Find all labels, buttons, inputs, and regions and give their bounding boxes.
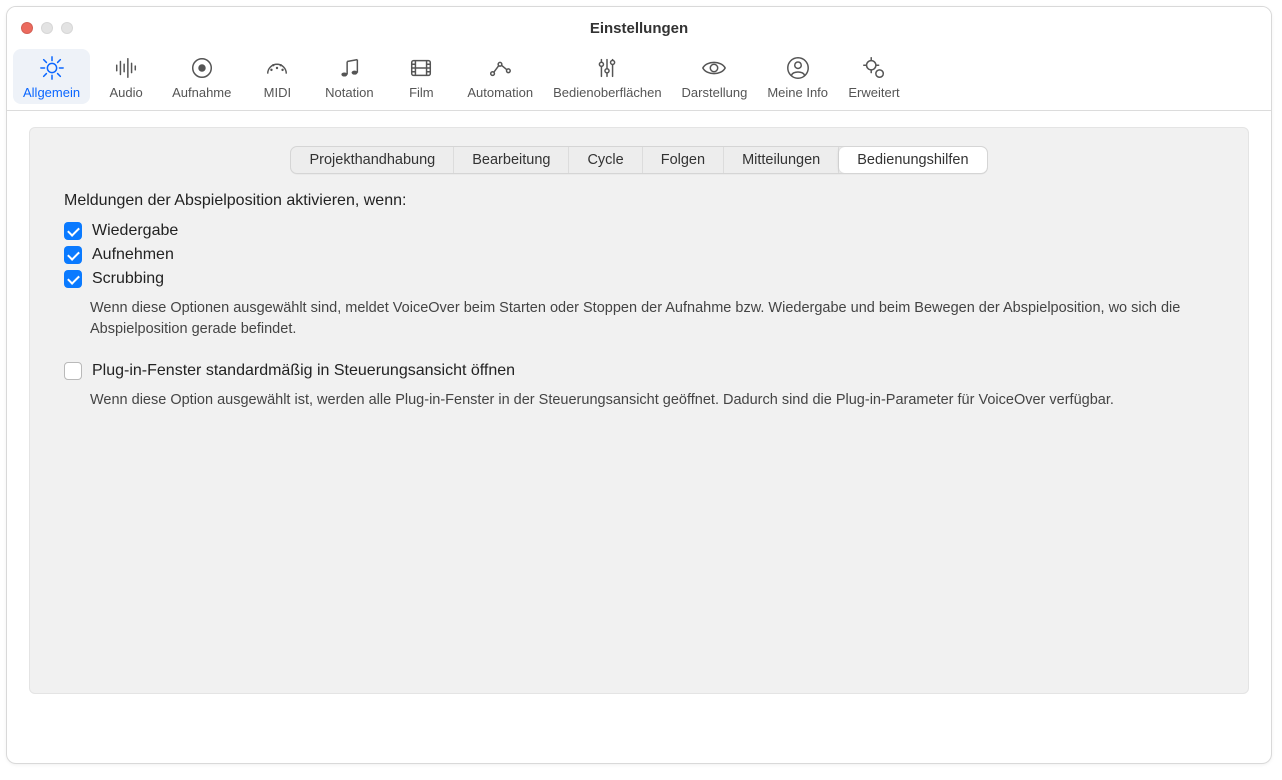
toolbar-tab-darstellung[interactable]: Darstellung	[672, 49, 758, 104]
settings-panel: Projekthandhabung Bearbeitung Cycle Folg…	[29, 127, 1249, 694]
toolbar-tab-label: Allgemein	[23, 85, 80, 100]
notes-icon	[334, 55, 364, 81]
toolbar-tab-label: Audio	[109, 85, 142, 100]
midi-icon	[262, 55, 292, 81]
toolbar-tab-erweitert[interactable]: Erweitert	[838, 49, 910, 104]
playhead-announcements-section: Meldungen der Abspielposition aktivieren…	[30, 192, 1248, 411]
toolbar-tab-bedienoberflaechen[interactable]: Bedienoberflächen	[543, 49, 671, 104]
checkbox-row-plugin: Plug-in-Fenster standardmäßig in Steueru…	[64, 362, 1214, 380]
toolbar-tab-label: Film	[409, 85, 434, 100]
toolbar-tab-label: Meine Info	[767, 85, 828, 100]
checkbox-label: Wiedergabe	[92, 222, 178, 240]
toolbar-tab-label: Darstellung	[682, 85, 748, 100]
person-circle-icon	[783, 55, 813, 81]
toolbar-tab-meineinfo[interactable]: Meine Info	[757, 49, 838, 104]
checkbox-plugin-controls-view[interactable]	[64, 362, 82, 380]
preferences-window: Einstellungen Allgemein Audio Aufnahme	[6, 6, 1272, 764]
checkbox-row-aufnehmen: Aufnehmen	[64, 246, 1214, 264]
toolbar-tab-allgemein[interactable]: Allgemein	[13, 49, 90, 104]
film-icon	[406, 55, 436, 81]
checkbox-wiedergabe[interactable]	[64, 222, 82, 240]
checkbox-scrubbing[interactable]	[64, 270, 82, 288]
subtab-control: Projekthandhabung Bearbeitung Cycle Folg…	[290, 146, 987, 174]
subtab-projekthandhabung[interactable]: Projekthandhabung	[291, 147, 454, 173]
toolbar-tab-notation[interactable]: Notation	[313, 49, 385, 104]
toolbar-tab-midi[interactable]: MIDI	[241, 49, 313, 104]
gear-icon	[37, 55, 67, 81]
toolbar-tab-aufnahme[interactable]: Aufnahme	[162, 49, 241, 104]
subtab-cycle[interactable]: Cycle	[569, 147, 642, 173]
checkbox-label: Plug-in-Fenster standardmäßig in Steueru…	[92, 362, 515, 380]
toolbar-tab-automation[interactable]: Automation	[457, 49, 543, 104]
section-heading: Meldungen der Abspielposition aktivieren…	[64, 192, 1214, 210]
toolbar-tab-film[interactable]: Film	[385, 49, 457, 104]
checkbox-row-wiedergabe: Wiedergabe	[64, 222, 1214, 240]
subtab-folgen[interactable]: Folgen	[643, 147, 724, 173]
subtab-bedienungshilfen[interactable]: Bedienungshilfen	[839, 147, 986, 173]
eye-icon	[699, 55, 729, 81]
subtab-bearbeitung[interactable]: Bearbeitung	[454, 147, 569, 173]
section-description: Wenn diese Optionen ausgewählt sind, mel…	[90, 298, 1200, 340]
waveform-icon	[111, 55, 141, 81]
toolbar-tab-label: Aufnahme	[172, 85, 231, 100]
content-area: Projekthandhabung Bearbeitung Cycle Folg…	[7, 111, 1271, 710]
section-description: Wenn diese Option ausgewählt ist, werden…	[90, 390, 1200, 411]
titlebar: Einstellungen	[7, 7, 1271, 49]
toolbar-tab-label: Erweitert	[848, 85, 899, 100]
checkbox-row-scrubbing: Scrubbing	[64, 270, 1214, 288]
checkbox-label: Aufnehmen	[92, 246, 174, 264]
record-icon	[187, 55, 217, 81]
toolbar-tab-label: Bedienoberflächen	[553, 85, 661, 100]
checkbox-aufnehmen[interactable]	[64, 246, 82, 264]
sliders-icon	[592, 55, 622, 81]
preferences-toolbar: Allgemein Audio Aufnahme MIDI Notation	[7, 49, 1271, 111]
automation-icon	[485, 55, 515, 81]
toolbar-tab-label: Notation	[325, 85, 373, 100]
subtab-mitteilungen[interactable]: Mitteilungen	[724, 147, 839, 173]
toolbar-tab-label: Automation	[467, 85, 533, 100]
checkbox-label: Scrubbing	[92, 270, 164, 288]
toolbar-tab-audio[interactable]: Audio	[90, 49, 162, 104]
double-gear-icon	[859, 55, 889, 81]
toolbar-tab-label: MIDI	[264, 85, 291, 100]
window-title: Einstellungen	[7, 20, 1271, 37]
